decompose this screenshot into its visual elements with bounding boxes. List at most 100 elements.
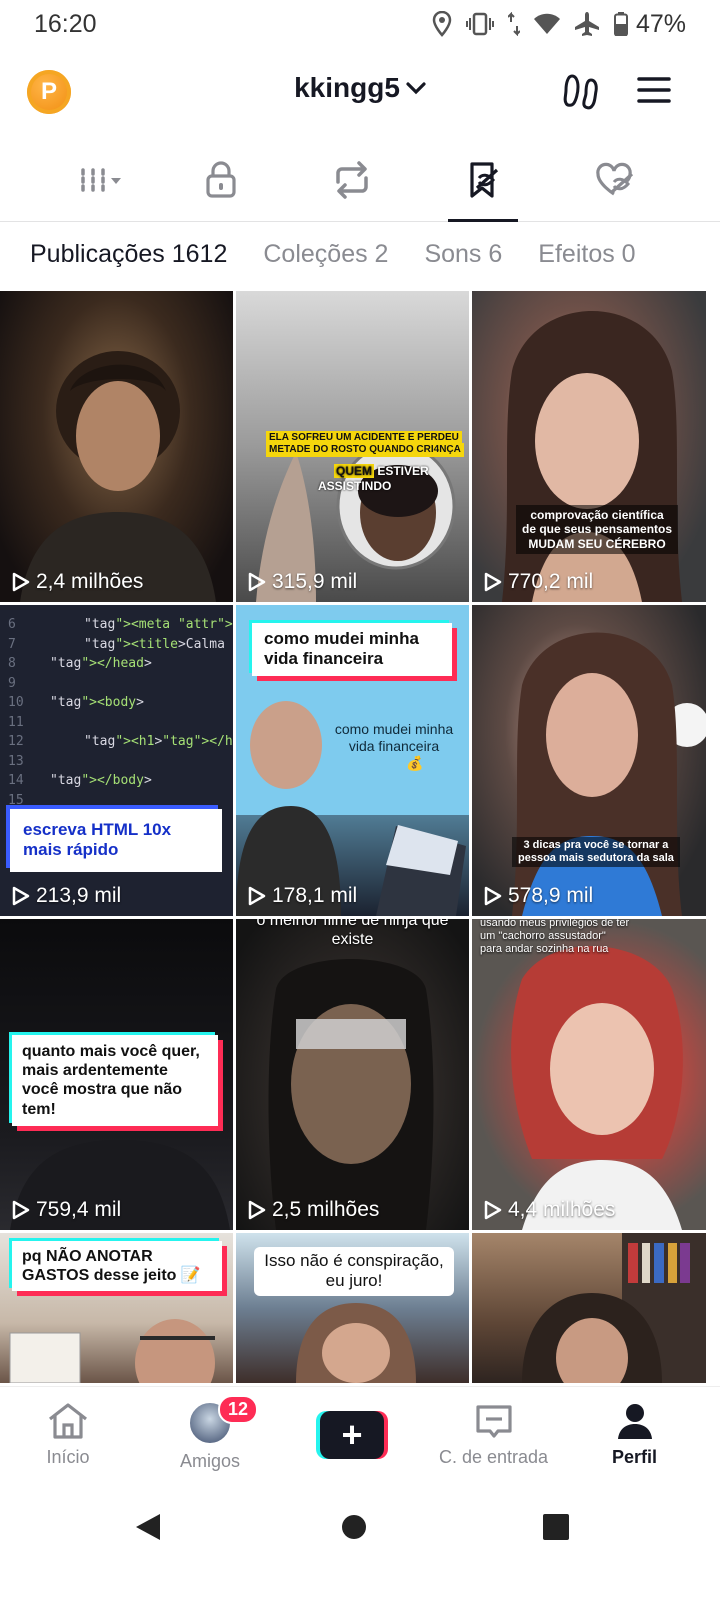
private-tab[interactable] bbox=[186, 160, 256, 220]
video-thumbnail[interactable]: pq NÃO ANOTAR GASTOS desse jeito 📝 bbox=[0, 1233, 233, 1383]
code-line-text: "tag"><h1>"tag"></h1> bbox=[84, 734, 233, 749]
video-thumbnail[interactable]: 3 dicas pra você se tornar a pessoa mais… bbox=[472, 605, 706, 916]
code-line-text: "tag"></head> bbox=[50, 656, 152, 671]
code-line-number: 10 bbox=[8, 695, 24, 710]
avatar: 12 bbox=[188, 1395, 259, 1445]
notification-badge: 12 bbox=[218, 1395, 259, 1424]
view-count: 2,5 milhões bbox=[248, 1198, 379, 1222]
video-thumbnail[interactable]: 2,4 milhões bbox=[0, 291, 233, 602]
battery-percent: 47% bbox=[635, 9, 686, 38]
video-thumbnail[interactable]: comprovação científica de que seus pensa… bbox=[472, 291, 706, 602]
bookmark-icon bbox=[470, 162, 499, 198]
view-count: 213,9 mil bbox=[12, 884, 121, 908]
video-thumbnail[interactable]: quanto mais você quer, mais ardentemente… bbox=[0, 919, 233, 1230]
create-button[interactable]: + bbox=[316, 1411, 388, 1459]
recents-icon[interactable] bbox=[542, 1513, 570, 1541]
system-navigation bbox=[0, 1482, 720, 1600]
subtab-collections[interactable]: Coleções 2 bbox=[263, 240, 388, 280]
portrait-image bbox=[268, 959, 434, 1230]
code-line-text: "tag"><body> bbox=[50, 695, 144, 710]
video-thumbnail[interactable]: o melhor filme de ninja que existe 2,5 m… bbox=[236, 919, 469, 1230]
play-icon bbox=[248, 572, 266, 592]
code-line-number: 9 bbox=[8, 675, 16, 691]
vibrate-icon bbox=[465, 12, 494, 36]
view-count: 178,1 mil bbox=[248, 884, 357, 908]
code-line-text: "tag"></body> bbox=[50, 773, 152, 788]
grid-tab[interactable] bbox=[64, 160, 134, 220]
play-icon bbox=[248, 886, 266, 906]
airplane-icon bbox=[574, 12, 599, 36]
play-icon bbox=[484, 1200, 502, 1220]
view-count: 4,4 milhões bbox=[484, 1198, 615, 1222]
view-count: 315,9 mil bbox=[248, 570, 357, 594]
grid-icon bbox=[81, 168, 121, 192]
menu-icon[interactable] bbox=[637, 76, 671, 104]
play-icon bbox=[12, 572, 30, 592]
code-line-number: 8 bbox=[8, 656, 16, 671]
nav-profile[interactable]: Perfil bbox=[612, 1401, 657, 1468]
subtab-publications[interactable]: Publicações 1612 bbox=[30, 240, 227, 280]
video-thumbnail[interactable]: usando meus privilégios de ter um "cacho… bbox=[472, 919, 706, 1230]
username: kkingg5 bbox=[294, 72, 400, 103]
play-icon bbox=[12, 1200, 30, 1220]
code-line-text: "tag"><title>Calma HTML</ bbox=[84, 636, 233, 652]
plus-icon: + bbox=[341, 1414, 363, 1455]
portrait-image bbox=[512, 632, 706, 916]
play-icon bbox=[12, 886, 30, 906]
liked-tab[interactable] bbox=[579, 160, 649, 220]
code-line-text: "tag"><meta "attr">name="viewpor bbox=[84, 617, 233, 632]
view-count: 578,9 mil bbox=[484, 884, 593, 908]
battery-icon bbox=[613, 12, 628, 36]
nav-home[interactable]: Início bbox=[46, 1401, 90, 1468]
code-line-number: 12 bbox=[8, 734, 24, 749]
nav-inbox[interactable]: C. de entrada bbox=[439, 1401, 548, 1468]
profile-icon bbox=[617, 1404, 652, 1439]
code-line-number: 7 bbox=[8, 636, 16, 652]
portrait-image bbox=[502, 311, 682, 602]
portrait-image bbox=[522, 1233, 706, 1383]
account-switcher[interactable]: kkingg5 bbox=[0, 72, 720, 104]
video-thumbnail[interactable]: ELA SOFREU UM ACIDENTE E PERDEU METADE D… bbox=[236, 291, 469, 602]
subtab-effects[interactable]: Efeitos 0 bbox=[538, 240, 635, 280]
collection-subtabs: Publicações 1612 Coleções 2 Sons 6 Efeit… bbox=[30, 240, 636, 280]
video-grid: 2,4 milhões ELA SOFREU UM ACIDENTE E PER… bbox=[0, 291, 720, 1383]
location-icon bbox=[432, 11, 452, 37]
inbox-icon bbox=[475, 1405, 512, 1438]
nav-friends[interactable]: 12 Amigos bbox=[180, 1395, 259, 1472]
portrait-image bbox=[511, 946, 683, 1230]
portrait-image bbox=[20, 351, 216, 602]
code-line-number: 15 bbox=[8, 792, 24, 808]
play-icon bbox=[248, 1200, 266, 1220]
code-line-number: 11 bbox=[8, 714, 24, 730]
view-count: 759,4 mil bbox=[12, 1198, 121, 1222]
code-line-number: 6 bbox=[8, 617, 16, 632]
repost-icon bbox=[336, 161, 368, 199]
home-circle-icon[interactable] bbox=[340, 1513, 368, 1541]
code-line-number: 14 bbox=[8, 773, 24, 788]
chevron-down-icon bbox=[406, 82, 426, 95]
back-icon[interactable] bbox=[134, 1512, 164, 1542]
lock-icon bbox=[206, 161, 236, 198]
wifi-icon bbox=[533, 13, 560, 34]
subtab-sounds[interactable]: Sons 6 bbox=[424, 240, 502, 280]
view-count: 2,4 milhões bbox=[12, 570, 143, 594]
bottom-navigation: Início 12 Amigos + C. de entrada Perfil bbox=[0, 1386, 720, 1482]
video-thumbnail[interactable] bbox=[472, 1233, 706, 1383]
reposts-tab[interactable] bbox=[317, 160, 387, 220]
content-tabs bbox=[0, 160, 720, 222]
video-thumbnail[interactable]: 6 "tag"><meta "attr">name="viewpor 7 "tag">… bbox=[0, 605, 233, 916]
play-icon bbox=[484, 572, 502, 592]
status-bar: 16:20 47% bbox=[0, 0, 720, 48]
heart-hidden-icon bbox=[596, 162, 634, 196]
play-icon bbox=[484, 886, 502, 906]
favorites-tab[interactable] bbox=[448, 160, 518, 222]
video-thumbnail[interactable]: Isso não é conspiração, eu juro! bbox=[236, 1233, 469, 1383]
home-icon bbox=[49, 1403, 87, 1439]
code-line-number: 13 bbox=[8, 753, 24, 769]
video-thumbnail[interactable]: como mudei minha vida financeira como mu… bbox=[236, 605, 469, 916]
view-count: 770,2 mil bbox=[484, 570, 593, 594]
profile-header: P kkingg5 bbox=[0, 58, 720, 128]
data-arrows-icon bbox=[507, 12, 520, 36]
status-time: 16:20 bbox=[34, 9, 97, 38]
footprint-icon[interactable] bbox=[563, 74, 601, 110]
